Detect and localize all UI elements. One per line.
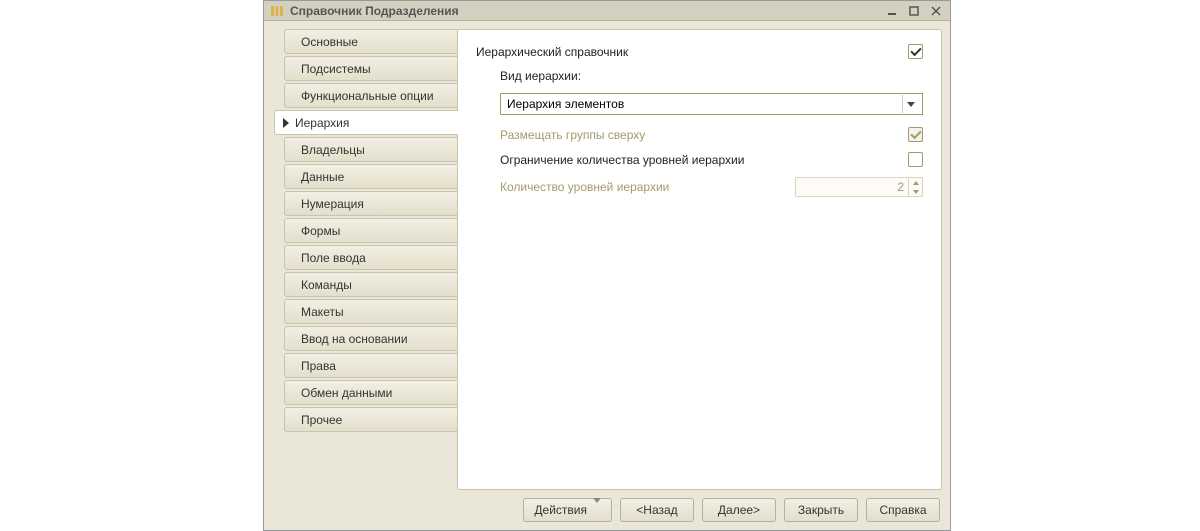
sidebar-item-label: Формы bbox=[301, 224, 340, 238]
sidebar-item-forms[interactable]: Формы bbox=[284, 218, 458, 243]
next-button[interactable]: Далее> bbox=[702, 498, 776, 522]
sidebar-item-label: Права bbox=[301, 359, 336, 373]
sidebar-item-label: Данные bbox=[301, 170, 344, 184]
sidebar-item-label: Команды bbox=[301, 278, 352, 292]
groups-top-checkbox bbox=[908, 127, 923, 142]
minimize-button[interactable] bbox=[884, 4, 900, 18]
back-button[interactable]: <Назад bbox=[620, 498, 694, 522]
sidebar-item-input-field[interactable]: Поле ввода bbox=[284, 245, 458, 270]
dialog-window: Справочник Подразделения Основные Подсис… bbox=[263, 0, 951, 531]
hierarchy-type-value: Иерархия элементов bbox=[507, 97, 902, 111]
limit-levels-label: Ограничение количества уровней иерархии bbox=[500, 153, 908, 167]
help-button[interactable]: Справка bbox=[866, 498, 940, 522]
sidebar-item-subsystems[interactable]: Подсистемы bbox=[284, 56, 458, 81]
limit-levels-checkbox[interactable] bbox=[908, 152, 923, 167]
active-marker-icon bbox=[283, 118, 289, 128]
levels-count-value: 2 bbox=[796, 180, 908, 194]
sidebar-item-layouts[interactable]: Макеты bbox=[284, 299, 458, 324]
sidebar-item-label: Владельцы bbox=[301, 143, 365, 157]
sidebar-item-label: Иерархия bbox=[295, 116, 349, 130]
sidebar: Основные Подсистемы Функциональные опции… bbox=[274, 29, 458, 490]
spinner[interactable] bbox=[908, 178, 922, 196]
footer: Действия <Назад Далее> Закрыть Справка bbox=[264, 490, 950, 530]
sidebar-item-owners[interactable]: Владельцы bbox=[284, 137, 458, 162]
content-panel: Иерархический справочник Вид иерархии: И… bbox=[457, 29, 942, 490]
button-label: Далее> bbox=[718, 503, 760, 517]
chevron-down-icon bbox=[591, 503, 601, 517]
sidebar-item-label: Подсистемы bbox=[301, 62, 371, 76]
sidebar-item-label: Поле ввода bbox=[301, 251, 366, 265]
sidebar-item-input-based[interactable]: Ввод на основании bbox=[284, 326, 458, 351]
actions-button[interactable]: Действия bbox=[523, 498, 612, 522]
hierarchy-type-label: Вид иерархии: bbox=[500, 69, 923, 83]
chevron-down-icon bbox=[902, 95, 918, 113]
levels-count-field[interactable]: 2 bbox=[795, 177, 923, 197]
sidebar-item-label: Основные bbox=[301, 35, 358, 49]
sidebar-item-hierarchy[interactable]: Иерархия bbox=[274, 110, 458, 135]
sidebar-item-functional-options[interactable]: Функциональные опции bbox=[284, 83, 458, 108]
sidebar-item-label: Прочее bbox=[301, 413, 342, 427]
hierarchical-checkbox[interactable] bbox=[908, 44, 923, 59]
button-label: Закрыть bbox=[798, 503, 844, 517]
sidebar-item-label: Функциональные опции bbox=[301, 89, 434, 103]
window-title: Справочник Подразделения bbox=[290, 4, 459, 18]
groups-top-label: Размещать группы сверху bbox=[500, 128, 908, 142]
button-label: <Назад bbox=[636, 503, 677, 517]
app-icon bbox=[270, 4, 284, 18]
titlebar: Справочник Подразделения bbox=[264, 1, 950, 21]
sidebar-item-data-exchange[interactable]: Обмен данными bbox=[284, 380, 458, 405]
close-button[interactable] bbox=[928, 4, 944, 18]
maximize-button[interactable] bbox=[906, 4, 922, 18]
spinner-up-icon[interactable] bbox=[909, 178, 922, 187]
sidebar-item-commands[interactable]: Команды bbox=[284, 272, 458, 297]
sidebar-item-numbering[interactable]: Нумерация bbox=[284, 191, 458, 216]
sidebar-item-label: Ввод на основании bbox=[301, 332, 408, 346]
hierarchy-type-select[interactable]: Иерархия элементов bbox=[500, 93, 923, 115]
close-dialog-button[interactable]: Закрыть bbox=[784, 498, 858, 522]
spinner-down-icon[interactable] bbox=[909, 187, 922, 196]
button-label: Справка bbox=[879, 503, 926, 517]
sidebar-item-label: Обмен данными bbox=[301, 386, 392, 400]
sidebar-item-main[interactable]: Основные bbox=[284, 29, 458, 54]
sidebar-item-label: Нумерация bbox=[301, 197, 364, 211]
sidebar-item-other[interactable]: Прочее bbox=[284, 407, 458, 432]
button-label: Действия bbox=[534, 503, 587, 517]
sidebar-item-label: Макеты bbox=[301, 305, 344, 319]
hierarchical-label: Иерархический справочник bbox=[476, 45, 908, 59]
sidebar-item-data[interactable]: Данные bbox=[284, 164, 458, 189]
sidebar-item-rights[interactable]: Права bbox=[284, 353, 458, 378]
levels-count-label: Количество уровней иерархии bbox=[500, 180, 795, 194]
